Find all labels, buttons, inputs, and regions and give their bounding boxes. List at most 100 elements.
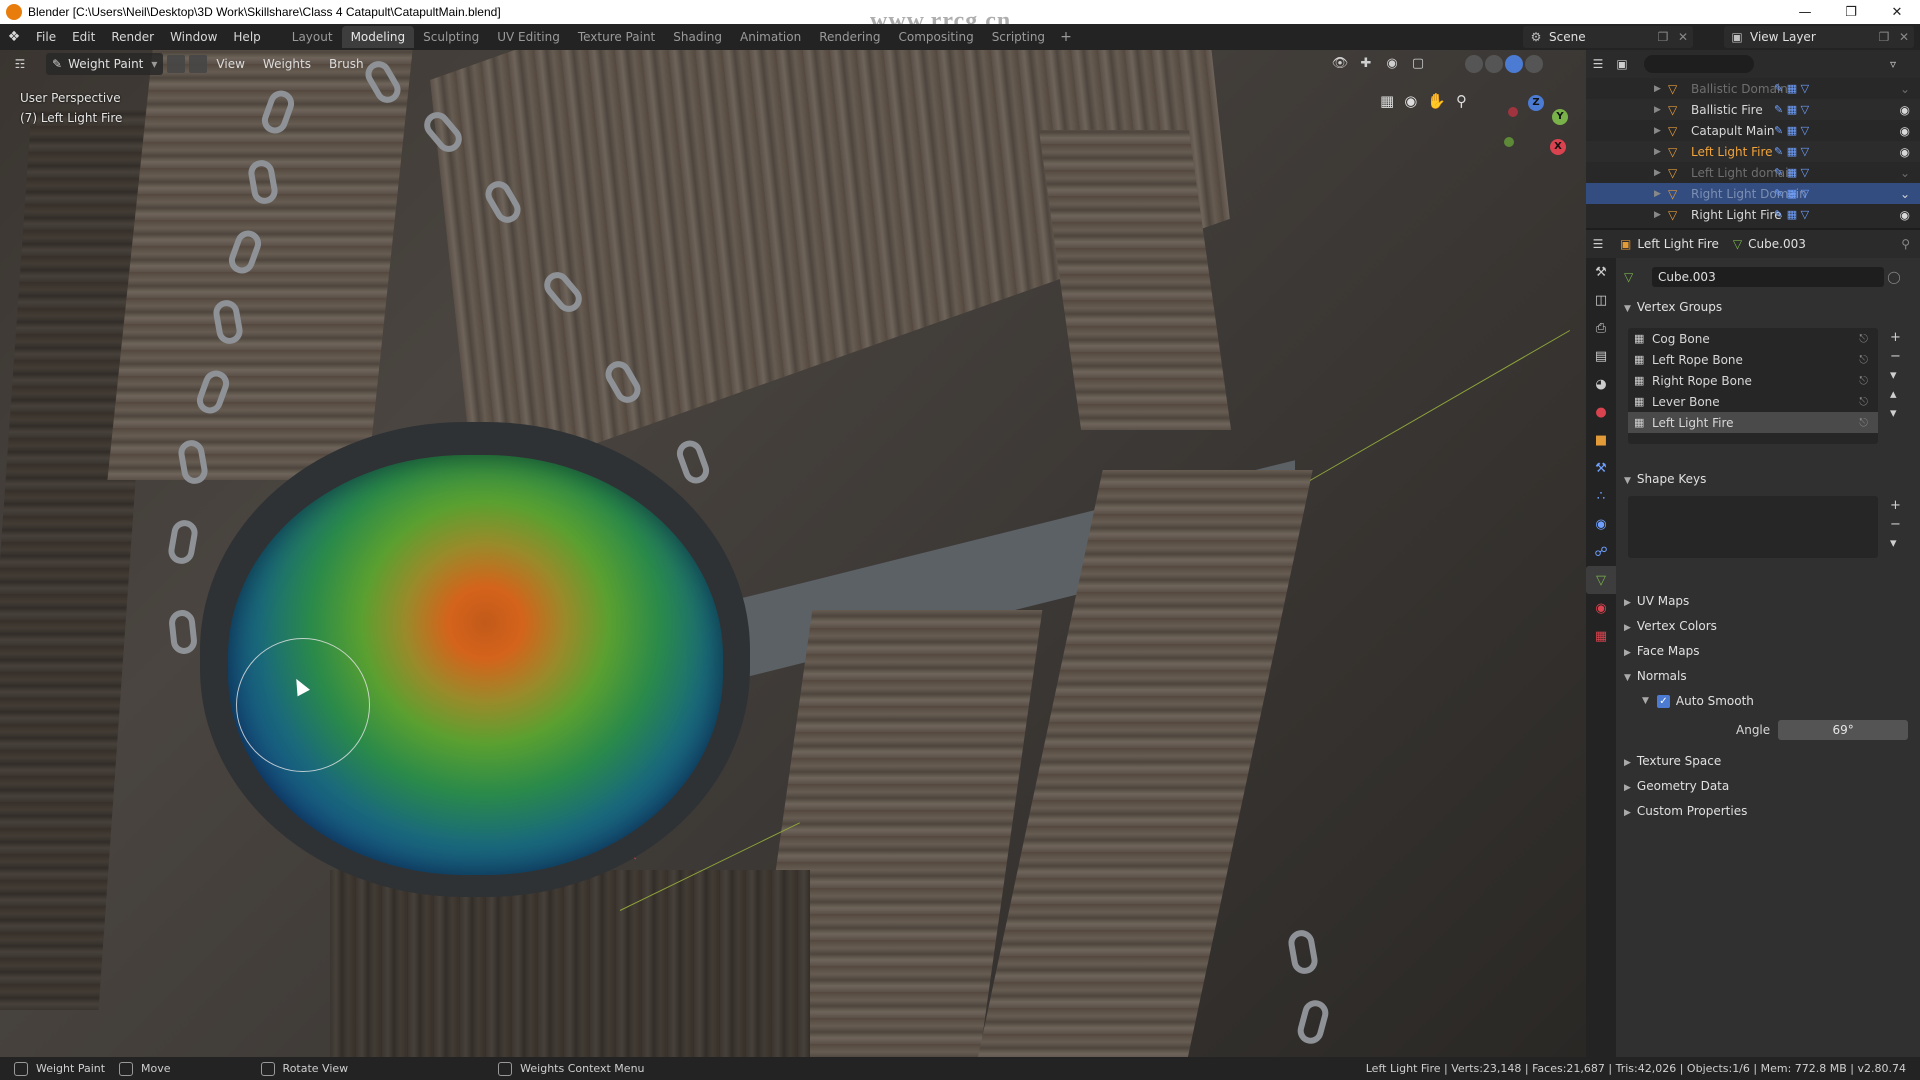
- tab-modeling[interactable]: Modeling: [341, 26, 415, 48]
- new-scene-icon[interactable]: ❐: [1653, 30, 1673, 44]
- tab-compositing[interactable]: Compositing: [889, 26, 982, 48]
- display-mode-icon[interactable]: ▣: [1610, 57, 1634, 71]
- pin-icon[interactable]: ⚲: [1901, 237, 1910, 251]
- auto-smooth-row[interactable]: ▼ ✓ Auto Smooth: [1642, 694, 1754, 708]
- 3d-viewport[interactable]: [0, 50, 1586, 1057]
- expand-arrow-icon[interactable]: ▶: [1654, 189, 1661, 199]
- new-view-layer-icon[interactable]: ❐: [1874, 30, 1894, 44]
- list-item[interactable]: ▦ Right Rope Bone ⎋: [1628, 370, 1878, 391]
- eye-icon[interactable]: ◉: [1900, 124, 1910, 138]
- viewport-menu-view[interactable]: View: [207, 57, 253, 71]
- angle-slider[interactable]: 69°: [1778, 720, 1909, 740]
- shape-keys-panel-header[interactable]: ▼ Shape Keys: [1624, 472, 1706, 486]
- lock-icon[interactable]: ⎋: [1859, 416, 1868, 430]
- tab-render-icon[interactable]: ◫: [1586, 286, 1616, 314]
- wireframe-shading-icon[interactable]: [1465, 55, 1483, 73]
- mesh-datablock[interactable]: ▽ Cube.003 ◯: [1624, 266, 1904, 288]
- remove-vertex-group-icon[interactable]: −: [1890, 349, 1901, 364]
- lock-icon[interactable]: ⎋: [1859, 332, 1868, 346]
- menu-file[interactable]: File: [28, 24, 64, 50]
- tab-material-icon[interactable]: ◉: [1586, 594, 1616, 622]
- outliner-item-ballistic-fire[interactable]: ▶ ▽ Ballistic Fire ✎ ▦ ▽ ◉: [1586, 99, 1920, 120]
- tab-constraints-icon[interactable]: ☍: [1586, 538, 1616, 566]
- gizmo-neg-y-icon[interactable]: [1504, 137, 1514, 147]
- properties-editor-icon[interactable]: ☰: [1586, 237, 1610, 251]
- outliner-item-left-light-domain[interactable]: ▶ ▽ Left Light domain ✎ ▦ ▽ ⌄: [1586, 162, 1920, 183]
- pan-hand-icon[interactable]: ✋: [1427, 92, 1446, 110]
- texture-space-panel-header[interactable]: ▶ Texture Space: [1624, 754, 1721, 768]
- list-item[interactable]: ▦ Left Rope Bone ⎋: [1628, 349, 1878, 370]
- outliner-item-left-light-fire[interactable]: ▶ ▽ Left Light Fire ✎ ▦ ▽ ◉: [1586, 141, 1920, 162]
- expand-arrow-icon[interactable]: ▶: [1654, 84, 1661, 94]
- custom-properties-panel-header[interactable]: ▶ Custom Properties: [1624, 804, 1747, 818]
- rendered-shading-icon[interactable]: [1525, 55, 1543, 73]
- tab-world-icon[interactable]: ●: [1586, 398, 1616, 426]
- tab-physics-icon[interactable]: ◉: [1586, 510, 1616, 538]
- list-item[interactable]: ▦ Cog Bone ⎋: [1628, 328, 1878, 349]
- tab-object-icon[interactable]: ■: [1586, 426, 1616, 454]
- outliner-item-right-light-domain[interactable]: ▶ ▽ Right Light Domain ✎ ▦ ▽ ⌄: [1586, 183, 1920, 204]
- vertex-mask-toggle[interactable]: [189, 55, 208, 73]
- geometry-data-panel-header[interactable]: ▶ Geometry Data: [1624, 779, 1729, 793]
- xray-toggle-icon[interactable]: ▢: [1408, 54, 1428, 74]
- gizmo-neg-x-icon[interactable]: [1508, 107, 1518, 117]
- outliner-item-ballistic-domain[interactable]: ▶ ▽ Ballistic Domain ✎ ▦ ▽ ⌄: [1586, 78, 1920, 99]
- delete-view-layer-icon[interactable]: ✕: [1894, 30, 1914, 44]
- menu-edit[interactable]: Edit: [64, 24, 103, 50]
- fake-user-shield-icon[interactable]: ◯: [1884, 270, 1904, 284]
- list-item[interactable]: ▦ Lever Bone ⎋: [1628, 391, 1878, 412]
- tab-shading[interactable]: Shading: [664, 26, 731, 48]
- shape-key-specials-icon[interactable]: ▾: [1890, 536, 1901, 551]
- navigation-gizmo[interactable]: Z Y X: [1500, 95, 1570, 165]
- lock-icon[interactable]: ⎋: [1859, 353, 1868, 367]
- tab-modifier-icon[interactable]: ⚒: [1586, 454, 1616, 482]
- lock-icon[interactable]: ⎋: [1859, 374, 1868, 388]
- auto-smooth-checkbox[interactable]: ✓: [1656, 694, 1670, 708]
- expand-arrow-icon[interactable]: ▶: [1654, 105, 1661, 115]
- editor-type-icon[interactable]: ☶: [8, 57, 32, 71]
- tab-layout[interactable]: Layout: [283, 26, 342, 48]
- scene-selector[interactable]: ⚙ Scene ❐ ✕: [1523, 26, 1693, 48]
- close-button[interactable]: ✕: [1874, 0, 1920, 24]
- add-workspace-icon[interactable]: +: [1054, 29, 1078, 45]
- zoom-icon[interactable]: ⚲: [1456, 92, 1467, 110]
- tab-sculpting[interactable]: Sculpting: [414, 26, 488, 48]
- face-mask-toggle[interactable]: [167, 55, 186, 73]
- list-item-active[interactable]: ▦ Left Light Fire ⎋: [1628, 412, 1878, 433]
- tab-uv-editing[interactable]: UV Editing: [488, 26, 569, 48]
- move-up-icon[interactable]: ▴: [1890, 387, 1901, 402]
- uv-maps-panel-header[interactable]: ▶ UV Maps: [1624, 594, 1689, 608]
- solid-shading-icon[interactable]: [1485, 55, 1503, 73]
- tab-output-icon[interactable]: ⎙: [1586, 314, 1616, 342]
- overlay-toggle-icon[interactable]: ◉: [1382, 54, 1402, 74]
- move-down-icon[interactable]: ▾: [1890, 406, 1901, 421]
- tab-scene-icon[interactable]: ◕: [1586, 370, 1616, 398]
- expand-arrow-icon[interactable]: ▶: [1654, 210, 1661, 220]
- tab-rendering[interactable]: Rendering: [810, 26, 889, 48]
- outliner-search-input[interactable]: [1644, 55, 1754, 73]
- gizmo-z-axis-icon[interactable]: Z: [1528, 95, 1544, 111]
- blender-logo-icon[interactable]: ❖: [0, 24, 28, 50]
- menu-help[interactable]: Help: [225, 24, 268, 50]
- tab-scripting[interactable]: Scripting: [983, 26, 1054, 48]
- hidden-icon[interactable]: ⌄: [1900, 166, 1910, 180]
- tab-particles-icon[interactable]: ∴: [1586, 482, 1616, 510]
- lock-icon[interactable]: ⎋: [1859, 395, 1868, 409]
- expand-arrow-icon[interactable]: ▶: [1654, 147, 1661, 157]
- hidden-icon[interactable]: ⌄: [1900, 82, 1910, 96]
- outliner-item-catapult-main[interactable]: ▶ ▽ Catapult Main ✎ ▦ ▽ ◉: [1586, 120, 1920, 141]
- maximize-button[interactable]: ❐: [1828, 0, 1874, 24]
- delete-scene-icon[interactable]: ✕: [1673, 30, 1693, 44]
- tab-mesh-data-icon[interactable]: ▽: [1586, 566, 1616, 594]
- scene-name[interactable]: Scene: [1549, 30, 1653, 44]
- menu-render[interactable]: Render: [103, 24, 162, 50]
- filter-icon[interactable]: ▿: [1890, 57, 1896, 71]
- tab-animation[interactable]: Animation: [731, 26, 810, 48]
- face-maps-panel-header[interactable]: ▶ Face Maps: [1624, 644, 1699, 658]
- vertex-colors-panel-header[interactable]: ▶ Vertex Colors: [1624, 619, 1717, 633]
- mode-selector[interactable]: ✎ Weight Paint ▾: [46, 53, 164, 75]
- add-vertex-group-icon[interactable]: +: [1890, 330, 1901, 345]
- grid-view-icon[interactable]: ▦: [1380, 92, 1394, 110]
- specials-menu-icon[interactable]: ▾: [1890, 368, 1901, 383]
- view-layer-selector[interactable]: ▣ View Layer ❐ ✕: [1724, 26, 1914, 48]
